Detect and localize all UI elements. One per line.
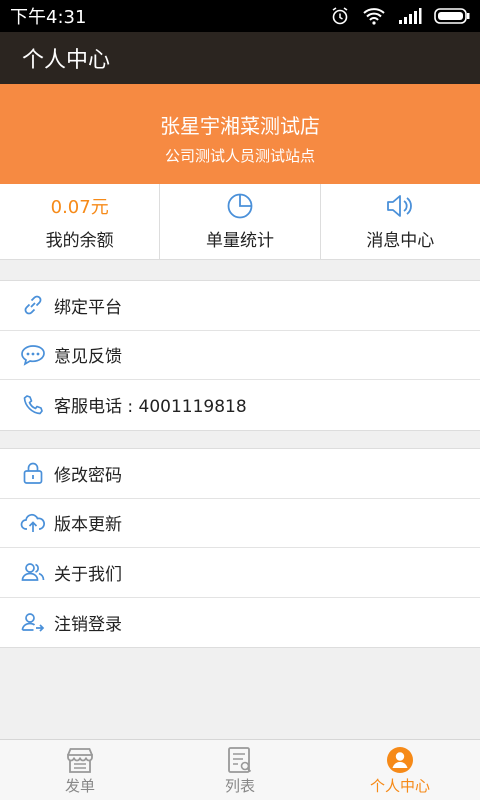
customer-service-phone-label: 客服电话 : 4001119818	[54, 397, 247, 418]
phone-icon	[23, 394, 43, 415]
store-subtitle: 公司测试人员测试站点	[164, 147, 315, 165]
alarm-icon	[332, 7, 348, 25]
balance-value: 0.07元	[50, 197, 109, 218]
page-title: 个人中心	[22, 48, 111, 73]
tab-list[interactable]: 列表	[160, 740, 320, 800]
tab-dispatch[interactable]: 发单	[0, 740, 160, 800]
feedback-item[interactable]: 意见反馈	[0, 331, 480, 380]
shop-icon	[67, 747, 93, 773]
status-time: 下午4:31	[10, 7, 87, 28]
change-password-item[interactable]: 修改密码	[0, 449, 480, 499]
logout-user-icon	[21, 613, 45, 632]
pie-chart-icon	[227, 193, 253, 219]
tab-profile[interactable]: 个人中心	[320, 740, 480, 800]
message-center-label: 消息中心	[366, 231, 435, 251]
bind-platform-label: 绑定平台	[54, 297, 122, 318]
balance-label: 我的余额	[45, 231, 114, 251]
person-icon	[387, 746, 413, 773]
logout-item[interactable]: 注销登录	[0, 598, 480, 648]
signal-icon	[399, 8, 422, 24]
tab-profile-label: 个人中心	[369, 776, 430, 795]
list-search-icon	[228, 746, 252, 773]
lock-icon	[23, 462, 43, 485]
stats-row: 0.07元 我的余额 单量统计 消息中心	[0, 184, 480, 260]
tab-list-label: 列表	[224, 776, 255, 795]
version-update-label: 版本更新	[54, 515, 122, 536]
logout-label: 注销登录	[54, 614, 122, 635]
menu-group-2: 修改密码 版本更新 关于我们 注销登录	[0, 448, 480, 648]
tab-dispatch-label: 发单	[64, 776, 95, 795]
feedback-label: 意见反馈	[54, 347, 122, 368]
title-bar: 个人中心	[0, 32, 480, 84]
link-icon	[24, 295, 42, 315]
bottom-tab-bar: 发单 列表 个人中心	[0, 739, 480, 800]
about-us-item[interactable]: 关于我们	[0, 548, 480, 598]
balance-button[interactable]: 0.07元 我的余额	[0, 184, 161, 259]
version-update-item[interactable]: 版本更新	[0, 499, 480, 548]
people-icon	[21, 563, 45, 582]
speaker-icon	[387, 195, 413, 217]
order-stats-label: 单量统计	[205, 231, 274, 251]
store-name: 张星宇湘菜测试店	[160, 114, 320, 138]
status-bar: 下午4:31	[0, 0, 480, 32]
customer-service-phone-item[interactable]: 客服电话 : 4001119818	[0, 380, 480, 430]
message-center-button[interactable]: 消息中心	[321, 184, 480, 259]
battery-icon	[434, 8, 470, 24]
change-password-label: 修改密码	[54, 465, 122, 486]
wifi-icon	[363, 8, 385, 25]
cloud-upload-icon	[20, 513, 45, 532]
store-banner: 张星宇湘菜测试店 公司测试人员测试站点	[0, 84, 480, 184]
order-stats-button[interactable]: 单量统计	[160, 184, 321, 259]
about-us-label: 关于我们	[54, 564, 122, 585]
bind-platform-item[interactable]: 绑定平台	[0, 281, 480, 331]
chat-bubble-icon	[21, 344, 45, 366]
menu-group-1: 绑定平台 意见反馈 客服电话 : 4001119818	[0, 280, 480, 431]
